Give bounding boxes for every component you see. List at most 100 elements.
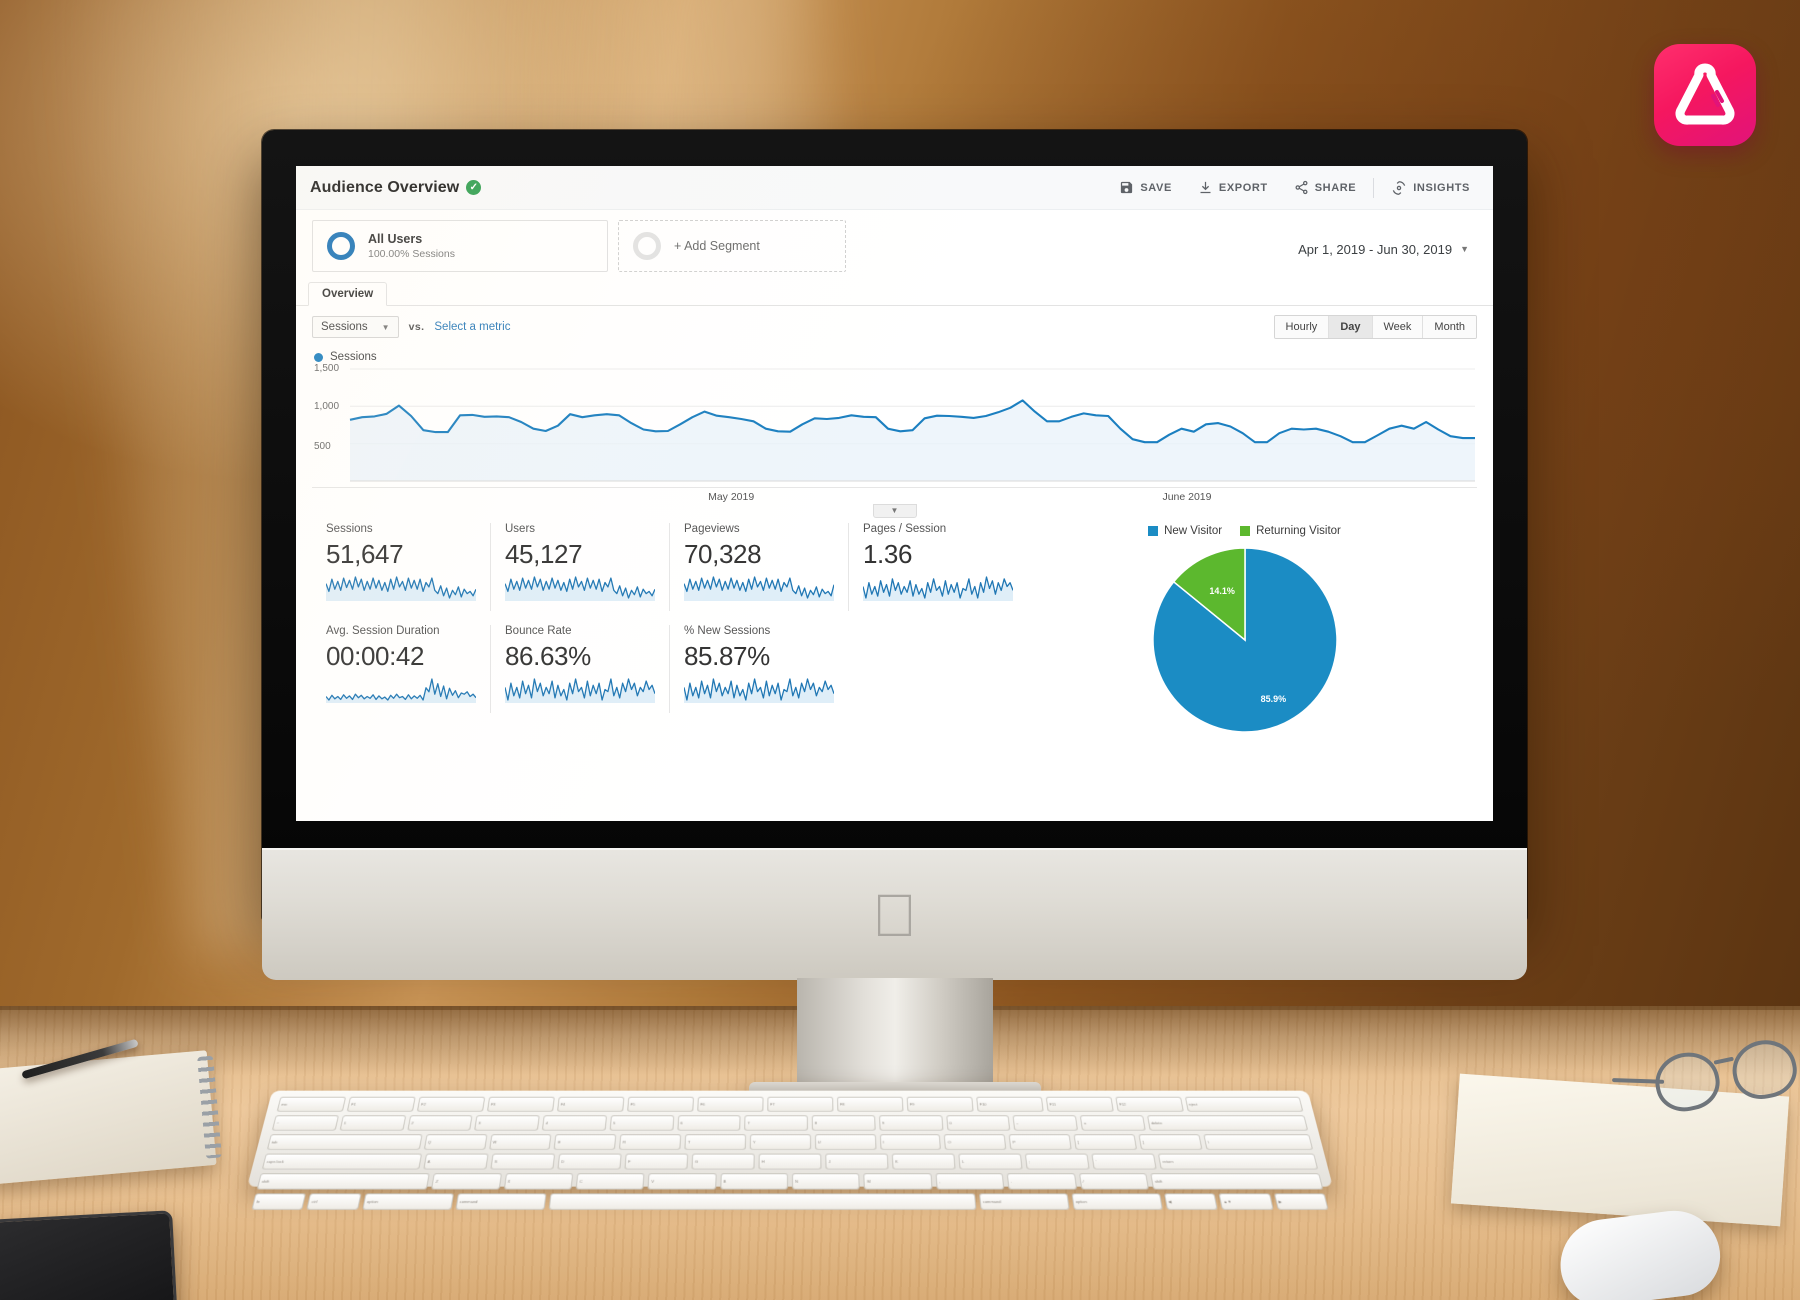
- keyboard-key[interactable]: A: [423, 1153, 489, 1170]
- keyboard-key[interactable]: X: [503, 1173, 574, 1190]
- export-button[interactable]: EXPORT: [1185, 171, 1281, 205]
- keyboard-key[interactable]: E: [553, 1134, 617, 1150]
- granularity-hourly[interactable]: Hourly: [1274, 316, 1330, 338]
- keyboard-key[interactable]: command: [978, 1193, 1070, 1210]
- keyboard-key[interactable]: J: [825, 1153, 889, 1170]
- keyboard-key[interactable]: F4: [556, 1096, 625, 1112]
- keyboard-key[interactable]: H: [758, 1153, 822, 1170]
- keyboard-key[interactable]: V: [647, 1173, 717, 1190]
- granularity-day[interactable]: Day: [1329, 316, 1373, 338]
- keyboard-key[interactable]: C: [575, 1173, 645, 1190]
- keyboard-key[interactable]: W: [488, 1134, 552, 1150]
- keyboard-key[interactable]: G: [691, 1153, 755, 1170]
- share-button[interactable]: SHARE: [1281, 171, 1370, 205]
- add-segment-button[interactable]: + Add Segment: [618, 220, 846, 272]
- metric-card-pages-session[interactable]: Pages / Session 1.36: [849, 523, 1027, 611]
- segment-all-users[interactable]: All Users 100.00% Sessions: [312, 220, 608, 272]
- keyboard-key[interactable]: =: [1079, 1115, 1146, 1131]
- save-button[interactable]: SAVE: [1106, 171, 1185, 205]
- keyboard-key[interactable]: ;: [1024, 1153, 1090, 1170]
- keyboard-key[interactable]: 8: [811, 1115, 876, 1131]
- keyboard-key[interactable]: F5: [626, 1096, 694, 1112]
- keyboard-key[interactable]: O: [944, 1134, 1007, 1150]
- metric-card-avg-session-duration[interactable]: Avg. Session Duration 00:00:42: [312, 625, 491, 713]
- keyboard-key[interactable]: I: [879, 1134, 942, 1150]
- keyboard-key[interactable]: 4: [541, 1115, 607, 1131]
- keyboard-key[interactable]: ctrl: [306, 1193, 362, 1210]
- keyboard-key[interactable]: F6: [697, 1096, 764, 1112]
- keyboard-key[interactable]: F8: [836, 1096, 904, 1112]
- keyboard-key[interactable]: ▲▼: [1218, 1193, 1274, 1210]
- keyboard-key[interactable]: S: [490, 1153, 556, 1170]
- keyboard-key[interactable]: D: [557, 1153, 622, 1170]
- keyboard-key[interactable]: [548, 1193, 977, 1210]
- sessions-timeseries-chart[interactable]: 1,500 1,000 500: [312, 363, 1477, 485]
- keyboard-key[interactable]: .: [1006, 1173, 1077, 1190]
- keyboard-key[interactable]: command: [455, 1193, 547, 1210]
- pie-legend-returning-visitor[interactable]: Returning Visitor: [1240, 525, 1341, 537]
- keyboard-key[interactable]: 3: [474, 1115, 540, 1131]
- keyboard-key[interactable]: U: [814, 1134, 877, 1150]
- keyboard-key[interactable]: P: [1008, 1134, 1072, 1150]
- keyboard-key[interactable]: 1: [339, 1115, 406, 1131]
- keyboard-key[interactable]: 7: [744, 1115, 808, 1131]
- new-vs-returning-chart[interactable]: New Visitor Returning Visitor 85.9% 14.1%: [1012, 523, 1477, 735]
- keyboard-key[interactable]: caps lock: [261, 1153, 422, 1170]
- keyboard-key[interactable]: F9: [906, 1096, 974, 1112]
- granularity-month[interactable]: Month: [1423, 316, 1476, 338]
- keyboard-key[interactable]: fn: [251, 1193, 307, 1210]
- keyboard-key[interactable]: \: [1203, 1134, 1314, 1150]
- keyboard-key[interactable]: Q: [423, 1134, 488, 1150]
- pie-legend-new-visitor[interactable]: New Visitor: [1148, 525, 1222, 537]
- keyboard-key[interactable]: eject: [1184, 1096, 1304, 1112]
- keyboard-key[interactable]: 2: [406, 1115, 473, 1131]
- metric-card-pageviews[interactable]: Pageviews 70,328: [670, 523, 849, 611]
- keyboard-key[interactable]: M: [863, 1173, 933, 1190]
- keyboard-key[interactable]: Y: [749, 1134, 811, 1150]
- keyboard-key[interactable]: F2: [416, 1096, 486, 1112]
- apple-keyboard[interactable]: esc F1 F2 F3 F4 F5 F6 F7 F8 F9 F10 F11 F12 eject ~1 2 3 4…: [247, 1090, 1333, 1210]
- date-range-picker[interactable]: Apr 1, 2019 - Jun 30, 2019 ▼: [1298, 220, 1477, 272]
- keyboard-key[interactable]: ▶: [1273, 1193, 1329, 1210]
- keyboard-key[interactable]: /: [1078, 1173, 1149, 1190]
- keyboard-key[interactable]: [: [1073, 1134, 1137, 1150]
- keyboard-key[interactable]: ]: [1138, 1134, 1203, 1150]
- keyboard-key[interactable]: B: [719, 1173, 788, 1190]
- keyboard-key[interactable]: F7: [767, 1096, 834, 1112]
- keyboard-key[interactable]: T: [684, 1134, 746, 1150]
- keyboard-key[interactable]: 0: [945, 1115, 1011, 1131]
- keyboard-key[interactable]: 6: [676, 1115, 741, 1131]
- metric-card-users[interactable]: Users 45,127: [491, 523, 670, 611]
- keyboard-key[interactable]: F10: [975, 1096, 1044, 1112]
- granularity-week[interactable]: Week: [1372, 316, 1424, 338]
- keyboard-key[interactable]: ~: [271, 1115, 339, 1131]
- keyboard-key[interactable]: ◀: [1163, 1193, 1218, 1210]
- keyboard-key[interactable]: -: [1012, 1115, 1079, 1131]
- keyboard-key[interactable]: option: [1071, 1193, 1163, 1210]
- keyboard-key[interactable]: 9: [878, 1115, 943, 1131]
- metric-card-sessions[interactable]: Sessions 51,647: [312, 523, 491, 611]
- keyboard-key[interactable]: N: [792, 1173, 861, 1190]
- keyboard-key[interactable]: Z: [431, 1173, 502, 1190]
- metric-card-new-sessions[interactable]: % New Sessions 85.87%: [670, 625, 848, 713]
- keyboard-key[interactable]: R: [619, 1134, 682, 1150]
- keyboard-key[interactable]: tab: [266, 1134, 423, 1150]
- keyboard-key[interactable]: 5: [609, 1115, 674, 1131]
- tab-overview[interactable]: Overview: [308, 282, 388, 306]
- keyboard-key[interactable]: L: [958, 1153, 1023, 1170]
- keyboard-key[interactable]: shift: [256, 1173, 430, 1190]
- select-a-metric-link[interactable]: Select a metric: [434, 321, 510, 333]
- keyboard-key[interactable]: ,: [935, 1173, 1005, 1190]
- keyboard-key[interactable]: F1: [346, 1096, 416, 1112]
- keyboard-key[interactable]: F12: [1114, 1096, 1184, 1112]
- keyboard-key[interactable]: option: [362, 1193, 454, 1210]
- keyboard-key[interactable]: F11: [1045, 1096, 1114, 1112]
- keyboard-key[interactable]: ': [1091, 1153, 1157, 1170]
- keyboard-key[interactable]: shift: [1150, 1173, 1324, 1190]
- keyboard-key[interactable]: esc: [276, 1096, 347, 1112]
- keyboard-key[interactable]: return: [1158, 1153, 1319, 1170]
- metric-select[interactable]: Sessions ▼: [312, 316, 399, 338]
- keyboard-key[interactable]: F3: [486, 1096, 555, 1112]
- keyboard-key[interactable]: delete: [1146, 1115, 1309, 1131]
- insights-button[interactable]: INSIGHTS: [1378, 171, 1483, 205]
